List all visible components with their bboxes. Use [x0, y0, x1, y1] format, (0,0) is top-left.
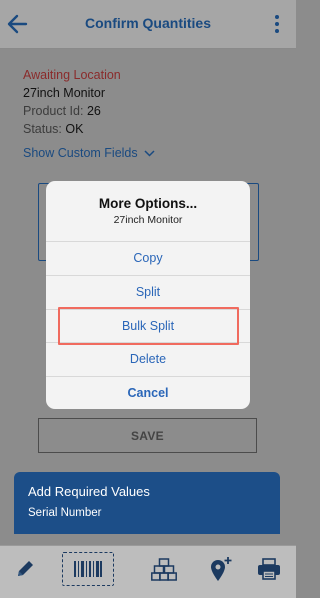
toast-title: Add Required Values [28, 484, 150, 499]
add-location-icon[interactable] [204, 554, 236, 584]
item-name: 27inch Monitor [23, 86, 105, 100]
dialog-subtitle: 27inch Monitor [113, 214, 183, 226]
bottom-toolbar [0, 545, 296, 598]
app-header: Confirm Quantities [0, 0, 296, 49]
toast-message: Serial Number [28, 507, 102, 519]
required-values-toast: Add Required Values Serial Number [14, 472, 280, 534]
product-id-value: 26 [86, 104, 101, 118]
show-custom-fields-label: Show Custom Fields [23, 146, 138, 160]
chevron-down-icon [144, 149, 155, 157]
kebab-menu-icon[interactable] [274, 14, 280, 34]
save-button[interactable]: SAVE [38, 418, 257, 453]
cancel-option[interactable]: Cancel [46, 376, 250, 409]
status-value: OK [65, 122, 84, 136]
more-options-dialog: More Options... 27inch Monitor Copy Spli… [46, 181, 250, 409]
dialog-title: More Options... [98, 196, 198, 211]
delete-option[interactable]: Delete [46, 342, 250, 375]
item-status-line: Awaiting Location [23, 68, 121, 82]
item-info: Awaiting Location 27inch Monitor Product… [23, 66, 155, 162]
bulk-split-highlight [58, 307, 239, 345]
pencil-icon[interactable] [9, 554, 41, 584]
product-id-label: Product Id: [23, 104, 84, 118]
boxes-stack-icon[interactable] [148, 554, 180, 584]
status-label: Status: [23, 122, 62, 136]
printer-icon[interactable] [253, 554, 285, 584]
page-title: Confirm Quantities [84, 15, 211, 31]
show-custom-fields-link[interactable]: Show Custom Fields [23, 144, 155, 162]
barcode-scan-icon[interactable] [72, 554, 104, 584]
copy-option[interactable]: Copy [46, 241, 250, 274]
split-option[interactable]: Split [46, 275, 250, 308]
